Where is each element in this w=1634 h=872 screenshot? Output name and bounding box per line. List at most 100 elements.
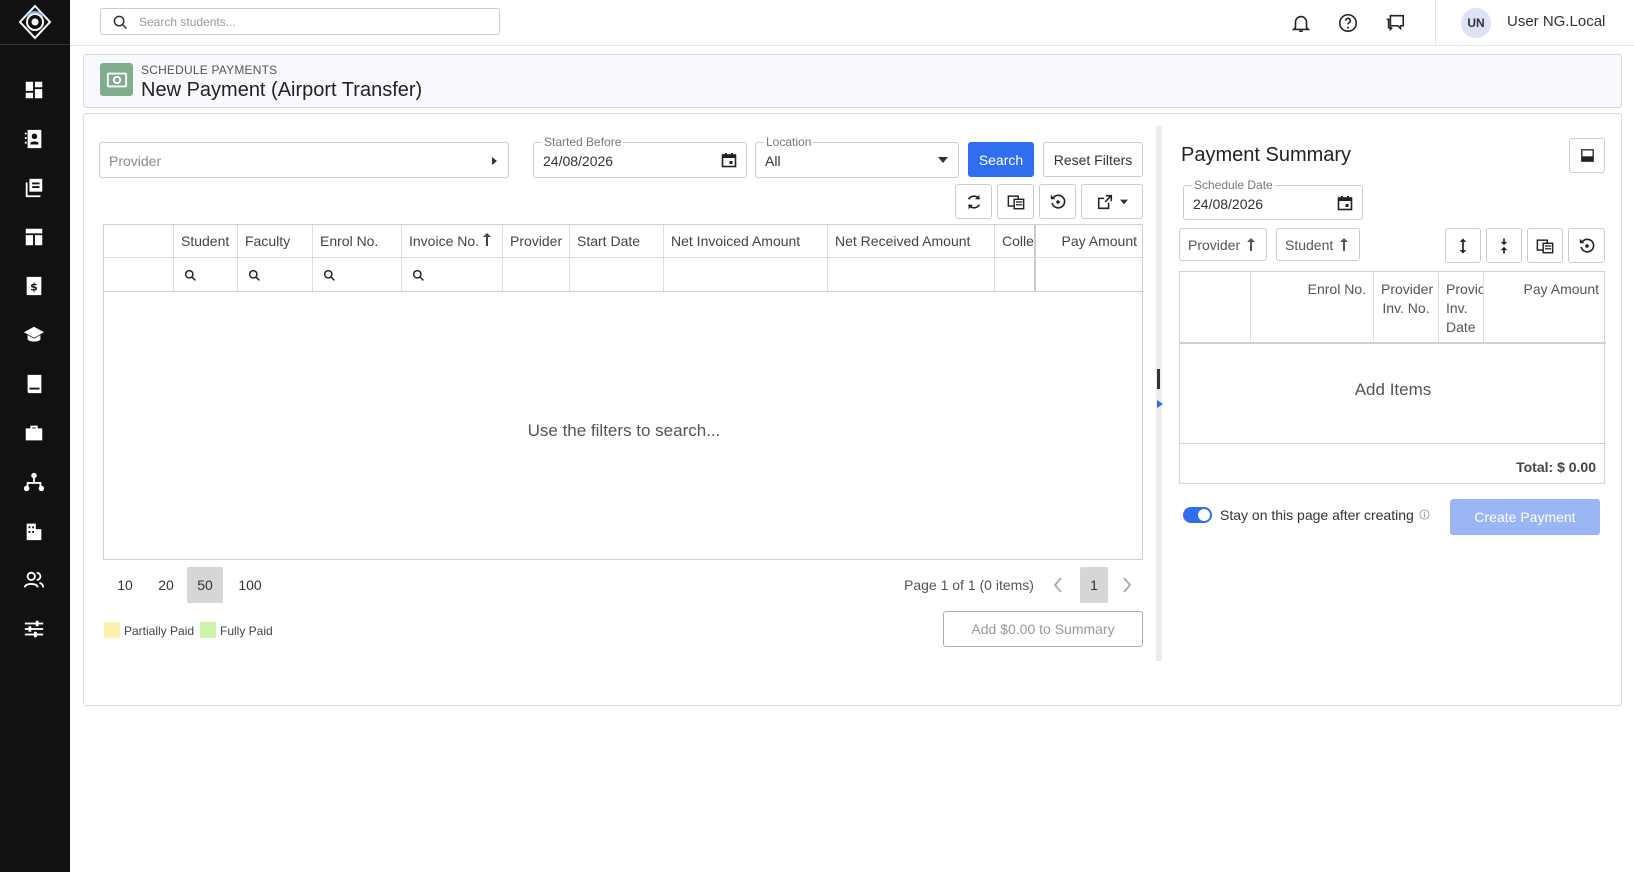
- panel-splitter[interactable]: [1156, 126, 1162, 661]
- splitter-handle[interactable]: [1157, 369, 1160, 389]
- create-payment-button[interactable]: Create Payment: [1450, 499, 1600, 535]
- search-icon: [323, 269, 335, 281]
- reset-icon: [1050, 193, 1065, 209]
- top-bar: Search students... UN User NG.Local: [70, 0, 1634, 46]
- graduation-cap-icon[interactable]: [20, 321, 48, 349]
- summary-column-chooser-button[interactable]: [1527, 228, 1563, 263]
- page-number-1[interactable]: 1: [1080, 567, 1108, 603]
- refresh-button[interactable]: [955, 184, 992, 219]
- provider-placeholder: Provider: [109, 153, 162, 169]
- expand-all-button[interactable]: [1445, 228, 1481, 263]
- chat-icon[interactable]: [1384, 12, 1406, 34]
- partially-paid-label: Partially Paid: [124, 624, 195, 638]
- chevron-down-icon: [938, 157, 948, 163]
- group-provider-label: Provider: [1188, 236, 1241, 253]
- page-size-20[interactable]: 20: [148, 567, 184, 603]
- search-icon: [184, 269, 196, 281]
- invoice-filter-cell[interactable]: [402, 258, 503, 291]
- avatar[interactable]: UN: [1461, 8, 1491, 38]
- summary-col-pay-amount[interactable]: Pay Amount: [1484, 272, 1606, 342]
- summary-col-provider-inv[interactable]: Provider Inv. No.: [1374, 272, 1439, 342]
- page-size-10[interactable]: 10: [107, 567, 143, 603]
- schedule-date-value: 24/08/2026: [1193, 196, 1264, 212]
- column-header-collected[interactable]: Colle: [995, 225, 1036, 257]
- refresh-icon: [967, 194, 980, 209]
- contacts-icon[interactable]: [20, 125, 48, 153]
- select-column-header[interactable]: [104, 225, 174, 257]
- group-by-provider-chip[interactable]: Provider: [1179, 228, 1267, 261]
- calendar-icon[interactable]: [721, 152, 737, 168]
- documents-icon[interactable]: [20, 174, 48, 202]
- export-icon: [1097, 194, 1113, 209]
- column-header-start-date[interactable]: Start Date: [570, 225, 664, 257]
- dashboard-icon[interactable]: [20, 76, 48, 104]
- invoice-icon[interactable]: $: [20, 272, 48, 300]
- page-size-50[interactable]: 50: [187, 567, 223, 603]
- enrol-filter-cell[interactable]: [313, 258, 402, 291]
- add-to-summary-button[interactable]: Add $0.00 to Summary: [943, 611, 1143, 647]
- bell-icon[interactable]: [1290, 12, 1312, 34]
- building-icon[interactable]: [20, 517, 48, 545]
- collapse-all-button[interactable]: [1486, 228, 1522, 263]
- reset-layout-button[interactable]: [1039, 184, 1076, 219]
- column-chooser-icon: [1536, 238, 1554, 253]
- briefcase-icon[interactable]: [20, 419, 48, 447]
- faculty-filter-cell[interactable]: [238, 258, 313, 291]
- settings-sliders-icon[interactable]: [20, 615, 48, 643]
- sort-ascending-icon: [482, 233, 491, 246]
- calendar-icon[interactable]: [1337, 195, 1353, 211]
- fully-paid-label: Fully Paid: [220, 624, 273, 638]
- column-header-student[interactable]: Student: [174, 225, 238, 257]
- summary-empty-message: Add Items: [1354, 380, 1432, 399]
- caret-right-icon[interactable]: [1157, 400, 1163, 408]
- fully-paid-swatch: [200, 622, 216, 638]
- network-icon[interactable]: [20, 468, 48, 496]
- page-subtitle: SCHEDULE PAYMENTS: [141, 63, 278, 77]
- summary-total: Total: $ 0.00: [1516, 459, 1596, 475]
- column-chooser-icon: [1007, 194, 1024, 209]
- stay-on-page-label[interactable]: Stay on this page after creating: [1220, 507, 1414, 523]
- help-icon[interactable]: [1337, 12, 1359, 34]
- location-select[interactable]: Location All: [755, 135, 959, 178]
- user-name[interactable]: User NG.Local: [1507, 13, 1605, 30]
- column-header-net-invoiced[interactable]: Net Invoiced Amount: [664, 225, 828, 257]
- started-before-field[interactable]: Started Before 24/08/2026: [533, 135, 747, 178]
- column-chooser-button[interactable]: [997, 184, 1034, 219]
- sidebar: $: [0, 0, 70, 872]
- reset-filters-button[interactable]: Reset Filters: [1043, 142, 1143, 177]
- grid-empty-message: Use the filters to search...: [527, 421, 721, 440]
- layout-icon[interactable]: [20, 223, 48, 251]
- reset-icon: [1579, 237, 1594, 253]
- next-page-icon[interactable]: [1121, 576, 1133, 594]
- column-header-enrol-no[interactable]: Enrol No.: [313, 225, 402, 257]
- column-header-provider[interactable]: Provider: [503, 225, 570, 257]
- summary-col-provider-inv-date[interactable]: Provic Inv. Date: [1439, 272, 1484, 342]
- student-search-input[interactable]: Search students...: [100, 8, 500, 35]
- schedule-date-label: Schedule Date: [1192, 178, 1275, 192]
- summary-col-enrol[interactable]: Enrol No.: [1251, 272, 1374, 342]
- expand-icon: [1459, 238, 1467, 253]
- export-dropdown-button[interactable]: [1081, 184, 1143, 219]
- student-filter-cell[interactable]: [174, 258, 238, 291]
- summary-panel-button[interactable]: [1569, 138, 1605, 173]
- column-header-invoice-no[interactable]: Invoice No.: [402, 225, 503, 257]
- started-before-value: 24/08/2026: [543, 153, 614, 169]
- column-header-net-received[interactable]: Net Received Amount: [828, 225, 995, 257]
- stay-on-page-toggle[interactable]: [1183, 507, 1212, 523]
- column-header-faculty[interactable]: Faculty: [238, 225, 313, 257]
- users-icon[interactable]: [20, 566, 48, 594]
- group-by-student-chip[interactable]: Student: [1276, 228, 1360, 261]
- provider-filter[interactable]: Provider: [99, 142, 509, 178]
- search-icon: [248, 269, 260, 281]
- search-button[interactable]: Search: [968, 142, 1034, 177]
- prev-page-icon[interactable]: [1052, 576, 1064, 594]
- book-icon[interactable]: [20, 370, 48, 398]
- info-icon[interactable]: [1419, 509, 1430, 520]
- summary-reset-button[interactable]: [1568, 228, 1605, 263]
- app-logo[interactable]: [17, 4, 53, 40]
- invoice-no-label: Invoice No.: [409, 233, 480, 249]
- summary-title: Payment Summary: [1181, 144, 1352, 166]
- column-header-pay-amount[interactable]: Pay Amount: [1036, 225, 1144, 257]
- page-size-100[interactable]: 100: [229, 567, 271, 603]
- schedule-date-field[interactable]: Schedule Date 24/08/2026: [1183, 178, 1363, 220]
